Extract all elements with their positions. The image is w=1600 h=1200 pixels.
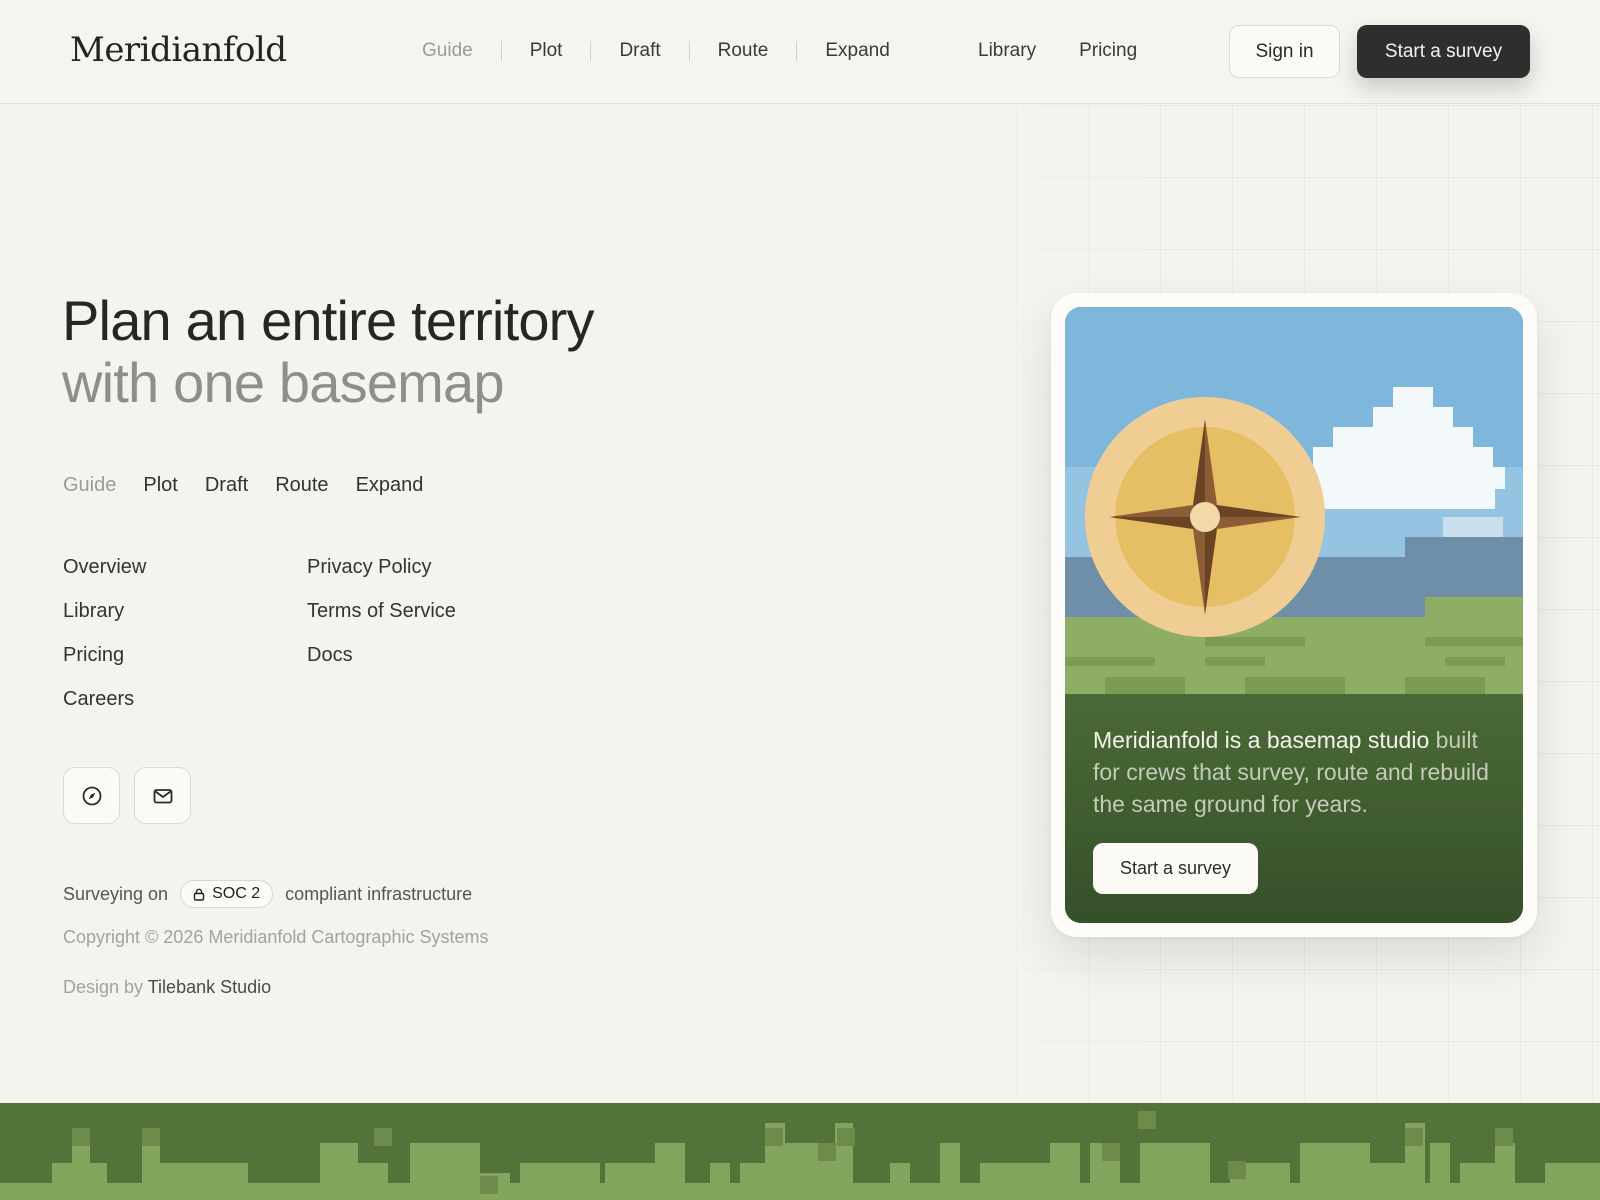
link-terms-of-service[interactable]: Terms of Service: [307, 599, 456, 623]
nav-item-route[interactable]: Route: [690, 40, 797, 62]
headline-line-1: Plan an entire territory: [62, 289, 595, 352]
footer-links-legal: Privacy Policy Terms of Service Docs: [307, 555, 456, 667]
link-overview[interactable]: Overview: [63, 555, 146, 579]
mail-button[interactable]: [134, 767, 191, 824]
footer-links-company: Overview Library Pricing Careers: [63, 555, 146, 711]
link-docs[interactable]: Docs: [307, 643, 456, 667]
credit-prefix: Design by: [63, 977, 144, 997]
nav-item-draft[interactable]: Draft: [591, 40, 688, 62]
step-link-draft[interactable]: Draft: [205, 474, 248, 497]
copyright-text: Copyright © 2026 Meridianfold Cartograph…: [63, 927, 489, 947]
compliance-line: Surveying on SOC 2 compliant infrastruct…: [63, 880, 472, 908]
primary-nav: Guide Plot Draft Route Expand: [410, 40, 918, 62]
site-header: Meridianfold Guide Plot Draft Route Expa…: [0, 0, 1600, 104]
mail-icon: [153, 788, 172, 803]
step-link-expand[interactable]: Expand: [356, 474, 424, 497]
badge-label: SOC 2: [212, 885, 261, 902]
studio-link[interactable]: Tilebank Studio: [148, 977, 271, 997]
nav-item-plot[interactable]: Plot: [502, 40, 591, 62]
link-privacy-policy[interactable]: Privacy Policy: [307, 555, 456, 579]
step-links: Guide Plot Draft Route Expand: [63, 474, 423, 497]
promo-card-text: Meridianfold is a basemap studio built f…: [1093, 724, 1503, 820]
link-careers[interactable]: Careers: [63, 687, 146, 711]
compliance-prefix: Surveying on: [63, 883, 169, 904]
pixel-terrain-footer: [0, 1103, 1600, 1200]
step-link-guide[interactable]: Guide: [63, 474, 116, 497]
nav-item-guide[interactable]: Guide: [410, 40, 501, 62]
design-credit: Design by Tilebank Studio: [63, 977, 271, 998]
compliance-suffix: compliant infrastructure: [285, 883, 473, 904]
nav-item-library[interactable]: Library: [978, 40, 1036, 62]
nav-item-pricing[interactable]: Pricing: [1079, 40, 1137, 62]
promo-card: Meridianfold is a basemap studio built f…: [1065, 307, 1523, 923]
card-start-survey-button[interactable]: Start a survey: [1093, 843, 1258, 894]
brand-logo[interactable]: Meridianfold: [70, 30, 287, 70]
link-library[interactable]: Library: [63, 599, 146, 623]
pixel-landscape-illustration: [1065, 307, 1523, 694]
compass-icon: [82, 786, 101, 805]
start-survey-button[interactable]: Start a survey: [1357, 25, 1530, 78]
headline-line-2: with one basemap: [62, 351, 505, 414]
soc2-badge: SOC 2: [180, 880, 274, 908]
hero-headline: Plan an entire territory with one basema…: [62, 289, 595, 414]
step-link-route[interactable]: Route: [275, 474, 328, 497]
sign-in-button[interactable]: Sign in: [1229, 25, 1340, 78]
link-pricing[interactable]: Pricing: [63, 643, 146, 667]
compass-button[interactable]: [63, 767, 120, 824]
step-link-plot[interactable]: Plot: [143, 474, 177, 497]
lock-icon: [193, 888, 205, 901]
nav-item-expand[interactable]: Expand: [797, 40, 917, 62]
secondary-nav: Library Pricing: [978, 40, 1137, 62]
social-buttons: [63, 767, 191, 824]
promo-text-lead: Meridianfold is a basemap studio: [1093, 727, 1430, 753]
promo-card-body: Meridianfold is a basemap studio built f…: [1065, 694, 1523, 923]
